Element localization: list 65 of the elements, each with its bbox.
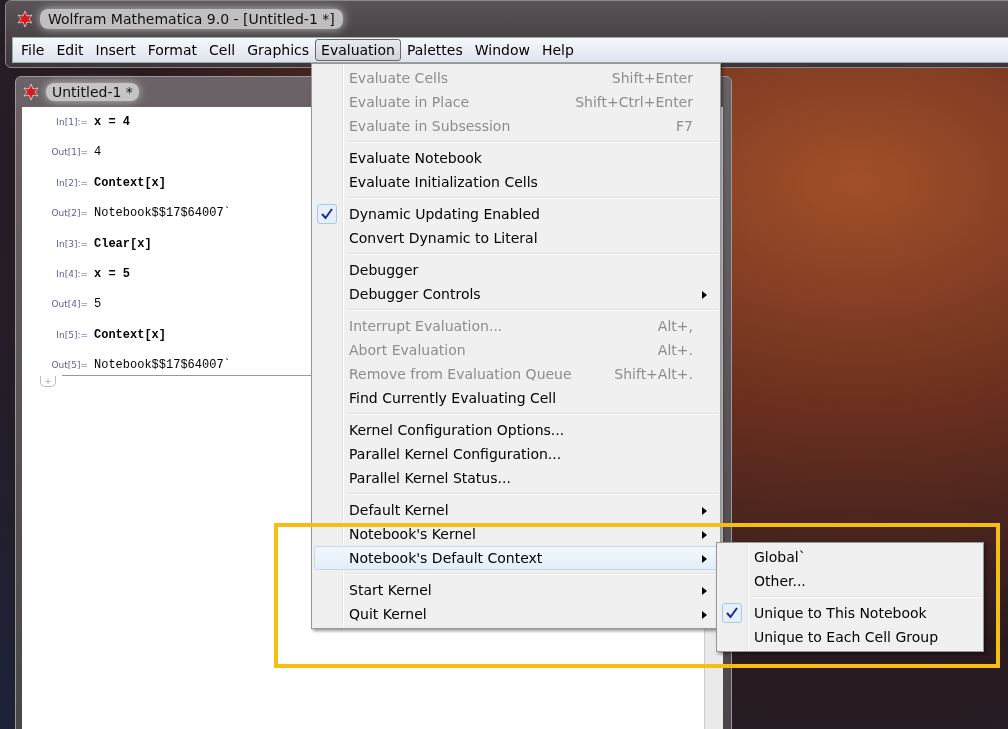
menu-item[interactable]: Other... [719, 569, 981, 593]
menu-item[interactable]: Notebook's Default Context [314, 546, 718, 570]
checkmark-icon [317, 204, 337, 224]
input-code: Context[x] [94, 328, 166, 342]
shortcut-text: Shift+Alt+. [614, 366, 693, 382]
menu-item[interactable]: Kernel Configuration Options... [314, 418, 718, 442]
output-code: Notebook$$17$64007` [94, 358, 231, 372]
menu-item[interactable]: Debugger Controls [314, 282, 718, 306]
input-code: Clear[x] [94, 237, 152, 251]
menu-item[interactable]: Convert Dynamic to Literal [314, 226, 718, 250]
menu-title[interactable]: Cell [203, 39, 242, 61]
output-code: 5 [94, 297, 102, 311]
menu-title[interactable]: Help [535, 39, 580, 61]
output-label: Out[4]= [50, 299, 89, 309]
output-label: Out[1]= [50, 147, 89, 157]
input-code: x = 5 [94, 267, 130, 281]
shortcut-text: Alt+, [657, 318, 693, 334]
input-code: Context[x] [94, 176, 166, 190]
menu-item[interactable]: Start Kernel [314, 578, 718, 602]
menu-item[interactable]: Unique to Each Cell Group [719, 625, 981, 649]
submenu-arrow-icon [702, 507, 707, 515]
menu-item[interactable]: Dynamic Updating Enabled [314, 202, 718, 226]
shortcut-text: Shift+Ctrl+Enter [575, 94, 693, 110]
menu-title[interactable]: Edit [50, 39, 90, 61]
menu-title[interactable]: Format [141, 39, 204, 61]
menu-title[interactable]: Palettes [400, 39, 469, 61]
menu-item[interactable]: Default Kernel [314, 498, 718, 522]
window-title: Wolfram Mathematica 9.0 - [Untitled-1 *] [40, 9, 343, 29]
input-label: In[3]:= [55, 239, 89, 249]
notebook-title: Untitled-1 * [46, 83, 139, 101]
submenu-arrow-icon [702, 555, 707, 563]
menu-title[interactable]: Insert [89, 39, 142, 61]
menu-item[interactable]: Find Currently Evaluating Cell [314, 386, 718, 410]
menu-title[interactable]: Window [468, 39, 536, 61]
shortcut-text: Alt+. [657, 342, 693, 358]
menu-item[interactable]: Evaluate Notebook [314, 146, 718, 170]
input-label: In[4]:= [55, 269, 89, 279]
menu-title[interactable]: Graphics [241, 39, 316, 61]
submenu-arrow-icon [702, 291, 707, 299]
output-label: Out[2]= [50, 208, 89, 218]
checkmark-icon [722, 603, 742, 623]
menu-item[interactable]: Global` [719, 545, 981, 569]
shortcut-text: Shift+Enter [611, 70, 693, 86]
menu-title[interactable]: Evaluation [315, 39, 401, 61]
submenu-arrow-icon [702, 611, 707, 619]
output-label: Out[5]= [50, 360, 89, 370]
menu-title[interactable]: File [15, 39, 51, 61]
input-code: x = 4 [94, 115, 130, 129]
input-label: In[5]:= [55, 330, 89, 340]
submenu-arrow-icon [702, 587, 707, 595]
menu-item[interactable]: Parallel Kernel Status... [314, 466, 718, 490]
menu-item[interactable]: Parallel Kernel Configuration... [314, 442, 718, 466]
menu-item[interactable]: Evaluate Initialization Cells [314, 170, 718, 194]
output-code: 4 [94, 145, 102, 159]
output-code: Notebook$$17$64007` [94, 206, 231, 220]
app-logo-icon [22, 83, 40, 101]
input-label: In[2]:= [55, 178, 89, 188]
menu-item[interactable]: Notebook's Kernel [314, 522, 718, 546]
menu-item[interactable]: Unique to This Notebook [719, 601, 981, 625]
input-label: In[1]:= [55, 117, 89, 127]
shortcut-text: F7 [676, 118, 693, 134]
app-logo-icon [16, 10, 34, 28]
menu-item[interactable]: Quit Kernel [314, 602, 718, 626]
submenu-arrow-icon [702, 531, 707, 539]
menu-item[interactable]: Debugger [314, 258, 718, 282]
